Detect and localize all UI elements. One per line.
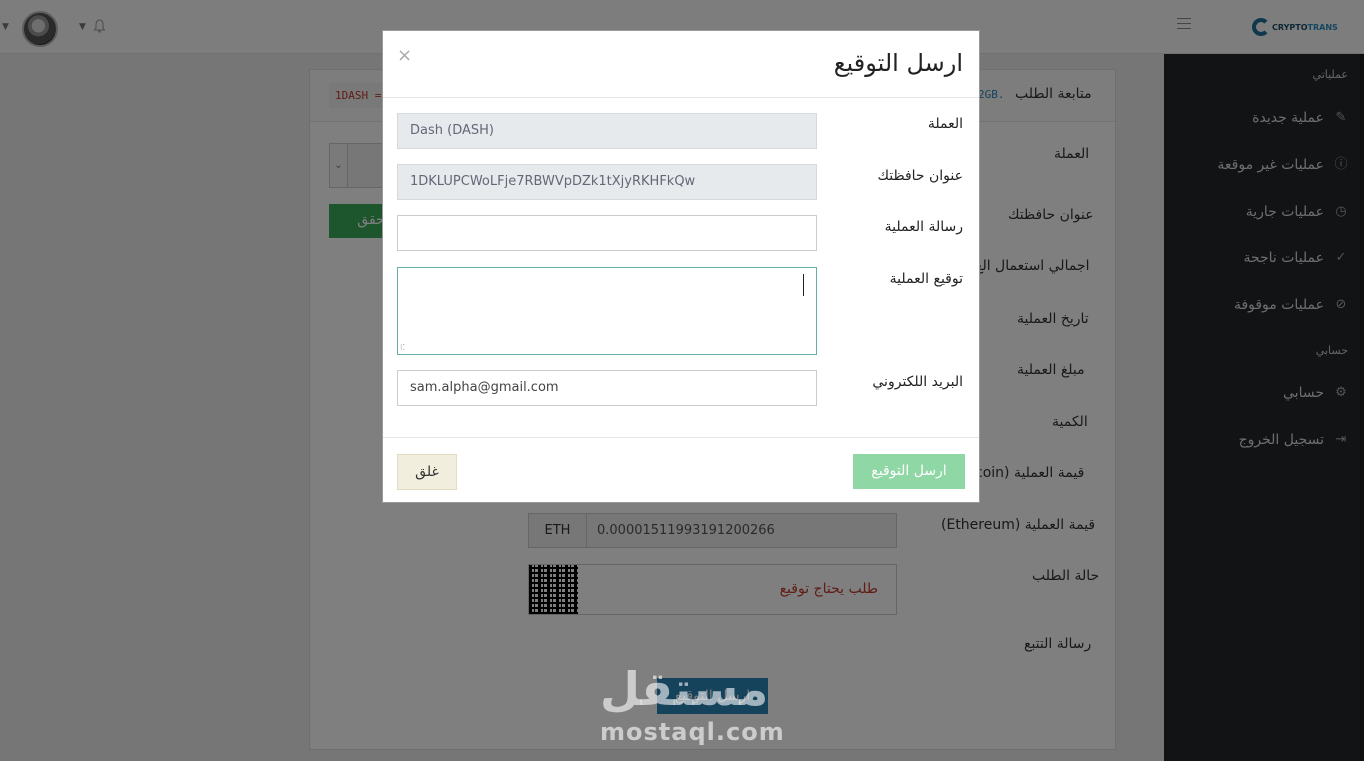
watermark-latin: mostaql.com bbox=[600, 718, 785, 746]
modal-title: ارسل التوقيع bbox=[833, 49, 963, 77]
currency-label: العملة bbox=[927, 116, 963, 132]
wallet-label: عنوان حافظتك bbox=[877, 168, 963, 184]
signature-label: توقيع العملية bbox=[889, 271, 963, 287]
modal-header: × ارسل التوقيع bbox=[383, 31, 979, 98]
resize-handle-icon[interactable]: ⁝⁚ bbox=[400, 344, 405, 352]
close-icon[interactable]: × bbox=[397, 45, 412, 66]
modal-footer-divider bbox=[383, 437, 979, 438]
email-field[interactable]: sam.alpha@gmail.com bbox=[397, 370, 817, 406]
message-label: رسالة العملية bbox=[884, 219, 963, 235]
send-signature-button[interactable]: ارسل التوقيع bbox=[853, 454, 965, 489]
message-input[interactable] bbox=[397, 215, 817, 251]
signature-textarea[interactable]: ⁝⁚ bbox=[397, 267, 817, 355]
currency-field: Dash (DASH) bbox=[397, 113, 817, 149]
text-cursor bbox=[803, 274, 804, 296]
watermark-arabic: مستقل bbox=[600, 662, 769, 716]
wallet-field: 1DKLUPCWoLFje7RBWVpDZk1tXjyRKHFkQw bbox=[397, 164, 817, 200]
email-label: البريد اللكتروني bbox=[872, 374, 963, 390]
send-signature-modal: × ارسل التوقيع العملة Dash (DASH) عنوان … bbox=[382, 30, 980, 503]
close-button[interactable]: غلق bbox=[397, 454, 457, 490]
